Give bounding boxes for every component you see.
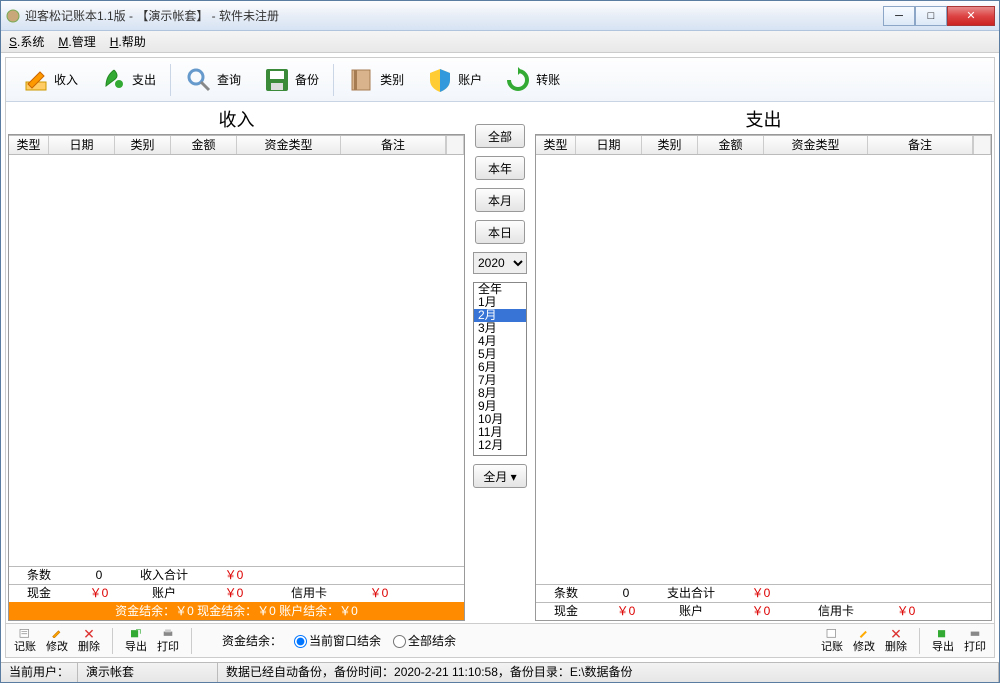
btn-edit[interactable]: 修改 bbox=[44, 628, 70, 654]
search-icon bbox=[185, 66, 213, 94]
refresh-icon bbox=[504, 66, 532, 94]
col-amount[interactable]: 金额 bbox=[171, 136, 237, 154]
btn-edit-r[interactable]: 修改 bbox=[851, 628, 877, 654]
filter-day[interactable]: 本日 bbox=[475, 220, 525, 244]
radio-current-window[interactable]: 当前窗口结余 bbox=[288, 632, 381, 649]
filter-allmonth[interactable]: 全月 ▾ bbox=[473, 464, 527, 488]
income-body[interactable] bbox=[9, 155, 464, 566]
toolbar-expense[interactable]: 支出 bbox=[90, 62, 166, 98]
year-select[interactable]: 2020 bbox=[473, 252, 527, 274]
menu-help[interactable]: H.帮助 bbox=[110, 33, 146, 50]
save-icon bbox=[263, 66, 291, 94]
shield-icon bbox=[426, 66, 454, 94]
menu-manage[interactable]: M.管理 bbox=[58, 33, 95, 50]
delete-icon bbox=[81, 628, 97, 638]
btn-record[interactable]: 记账 bbox=[12, 628, 38, 654]
filter-month[interactable]: 本月 bbox=[475, 188, 525, 212]
expense-title: 支出 bbox=[535, 104, 992, 134]
toolbar-category[interactable]: 类别 bbox=[338, 62, 414, 98]
btn-print-r[interactable]: 打印 bbox=[962, 628, 988, 654]
btn-export-r[interactable]: 导出 bbox=[930, 628, 956, 654]
btn-record-r[interactable]: 记账 bbox=[819, 628, 845, 654]
edit-icon bbox=[49, 628, 65, 638]
col-remark[interactable]: 备注 bbox=[341, 136, 446, 154]
status-user: 演示帐套 bbox=[78, 663, 218, 682]
pencil-icon bbox=[22, 66, 50, 94]
export-icon bbox=[128, 628, 144, 638]
note-icon bbox=[17, 628, 33, 638]
month-list[interactable]: 全年1月2月3月4月5月6月7月8月9月10月11月12月 bbox=[473, 282, 527, 456]
col-type[interactable]: 类型 bbox=[9, 136, 49, 154]
expense-body[interactable] bbox=[536, 155, 991, 584]
window-title: 迎客松记账本1.1版 - 【演示帐套】 - 软件未注册 bbox=[25, 7, 883, 24]
income-table: 类型 日期 类别 金额 资金类型 备注 条数 0 收入合计 ￥0 bbox=[8, 134, 465, 621]
menu-system[interactable]: S.系统 bbox=[9, 33, 44, 50]
col-date[interactable]: 日期 bbox=[49, 136, 115, 154]
toolbar-backup[interactable]: 备份 bbox=[253, 62, 329, 98]
btn-export[interactable]: 导出 bbox=[123, 628, 149, 654]
titlebar: 迎客松记账本1.1版 - 【演示帐套】 - 软件未注册 ─ □ ✕ bbox=[1, 1, 999, 31]
toolbar: 收入 支出 查询 备份 类别 账户 bbox=[6, 58, 994, 102]
status-backup: 数据已经自动备份，备份时间：2020-2-21 11:10:58，备份目录：E:… bbox=[218, 663, 999, 682]
radio-all[interactable]: 全部结余 bbox=[387, 632, 456, 649]
menubar: S.系统 M.管理 H.帮助 bbox=[1, 31, 999, 53]
month-option[interactable]: 12月 bbox=[474, 439, 526, 452]
balance-summary: 资金结余：￥0 现金结余：￥0 账户结余：￥0 bbox=[9, 602, 464, 620]
toolbar-income[interactable]: 收入 bbox=[12, 62, 88, 98]
app-icon bbox=[5, 8, 21, 24]
filter-column: 全部 本年 本月 本日 2020 全年1月2月3月4月5月6月7月8月9月10月… bbox=[465, 104, 535, 621]
filter-all[interactable]: 全部 bbox=[475, 124, 525, 148]
toolbar-query[interactable]: 查询 bbox=[175, 62, 251, 98]
btn-delete-r[interactable]: 删除 bbox=[883, 628, 909, 654]
statusbar: 当前用户： 演示帐套 数据已经自动备份，备份时间：2020-2-21 11:10… bbox=[1, 662, 999, 682]
arrow-out-icon bbox=[100, 66, 128, 94]
minimize-button[interactable]: ─ bbox=[883, 6, 915, 26]
bottom-toolbar: 记账 修改 删除 导出 打印 资金结余： 当前窗口结余 全部结余 记账 修改 删… bbox=[6, 623, 994, 657]
book-icon bbox=[348, 66, 376, 94]
btn-print[interactable]: 打印 bbox=[155, 628, 181, 654]
toolbar-account[interactable]: 账户 bbox=[416, 62, 492, 98]
balance-label: 资金结余： bbox=[222, 632, 282, 649]
close-button[interactable]: ✕ bbox=[947, 6, 995, 26]
maximize-button[interactable]: □ bbox=[915, 6, 947, 26]
status-user-label: 当前用户： bbox=[1, 663, 78, 682]
col-category[interactable]: 类别 bbox=[115, 136, 171, 154]
col-fundtype[interactable]: 资金类型 bbox=[237, 136, 341, 154]
filter-year[interactable]: 本年 bbox=[475, 156, 525, 180]
toolbar-transfer[interactable]: 转账 bbox=[494, 62, 570, 98]
income-title: 收入 bbox=[8, 104, 465, 134]
print-icon bbox=[160, 628, 176, 638]
expense-table: 类型 日期 类别 金额 资金类型 备注 条数 0 支出合计 ￥0 bbox=[535, 134, 992, 621]
btn-delete[interactable]: 删除 bbox=[76, 628, 102, 654]
